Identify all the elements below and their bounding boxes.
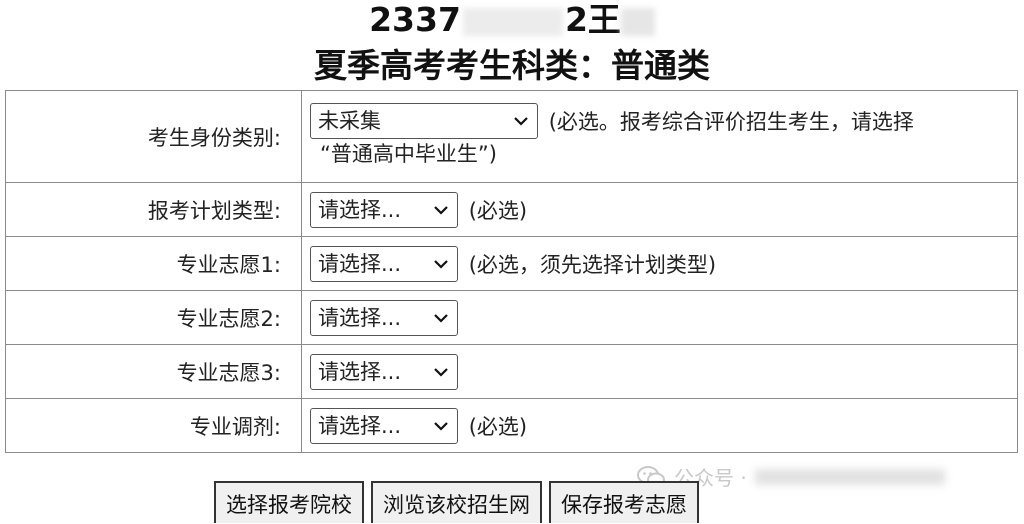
student-id-title: 2337 2王 xyxy=(0,0,1024,40)
major-2-label: 专业志愿2: xyxy=(5,290,302,345)
adjustment-select-value: 请选择... xyxy=(318,413,402,438)
application-page: 2337 2王 夏季高考考生科类：普通类 考生身份类别: 未采集 (必选。报考综合… xyxy=(0,0,1024,524)
form-row-major-1: 专业志愿1: 请选择... (必选，须先选择计划类型) xyxy=(5,236,1018,291)
plan-type-select[interactable]: 请选择... xyxy=(310,191,458,228)
identity-note-continued: “普通高中毕业生”) xyxy=(320,141,497,166)
identity-select[interactable]: 未采集 xyxy=(310,102,538,139)
major-1-label: 专业志愿1: xyxy=(5,236,302,291)
choose-school-button[interactable]: 选择报考院校 xyxy=(214,481,364,523)
chevron-down-icon xyxy=(433,193,449,227)
adjustment-field-cell: 请选择... (必选) xyxy=(301,398,1018,453)
major-3-select[interactable]: 请选择... xyxy=(310,353,458,390)
major-2-select-value: 请选择... xyxy=(318,305,402,330)
adjustment-note: (必选) xyxy=(468,414,528,439)
form-row-adjustment: 专业调剂: 请选择... (必选) xyxy=(5,398,1018,453)
chevron-down-icon xyxy=(433,355,449,389)
major-2-select[interactable]: 请选择... xyxy=(310,299,458,336)
redacted-name-blur xyxy=(620,7,655,36)
identity-note: (必选。报考综合评价招生考生，请选择 xyxy=(548,109,914,134)
chevron-down-icon xyxy=(513,104,529,138)
identity-label: 考生身份类别: xyxy=(5,90,302,183)
major-1-select[interactable]: 请选择... xyxy=(310,245,458,282)
student-name: 王 xyxy=(587,0,621,39)
major-1-field-cell: 请选择... (必选，须先选择计划类型) xyxy=(301,236,1018,291)
watermark-account-blur xyxy=(754,468,945,485)
plan-type-label: 报考计划类型: xyxy=(5,182,302,237)
plan-type-field-cell: 请选择... (必选) xyxy=(301,182,1018,237)
major-1-note: (必选，须先选择计划类型) xyxy=(468,252,717,277)
student-id-prefix: 2337 xyxy=(369,0,461,39)
chevron-down-icon xyxy=(433,247,449,281)
browse-school-site-button[interactable]: 浏览该校招生网 xyxy=(371,481,542,523)
save-choice-button[interactable]: 保存报考志愿 xyxy=(549,481,699,523)
major-3-field-cell: 请选择... xyxy=(301,344,1018,399)
form-row-plan-type: 报考计划类型: 请选择... (必选) xyxy=(5,182,1018,237)
plan-type-note: (必选) xyxy=(468,198,528,223)
form-row-identity: 考生身份类别: 未采集 (必选。报考综合评价招生考生，请选择 “普通高中毕业生”… xyxy=(5,90,1018,183)
adjustment-select[interactable]: 请选择... xyxy=(310,407,458,444)
form-row-major-2: 专业志愿2: 请选择... xyxy=(5,290,1018,345)
student-id-suffix: 2 xyxy=(564,0,588,39)
chevron-down-icon xyxy=(433,301,449,335)
major-3-select-value: 请选择... xyxy=(318,359,402,384)
plan-type-select-value: 请选择... xyxy=(318,197,402,222)
adjustment-label: 专业调剂: xyxy=(5,398,302,453)
major-2-field-cell: 请选择... xyxy=(301,290,1018,345)
application-form-table: 考生身份类别: 未采集 (必选。报考综合评价招生考生，请选择 “普通高中毕业生”… xyxy=(5,90,1018,453)
major-3-label: 专业志愿3: xyxy=(5,344,302,399)
action-buttons: 选择报考院校 浏览该校招生网 保存报考志愿 xyxy=(214,481,699,523)
major-1-select-value: 请选择... xyxy=(318,251,402,276)
identity-select-value: 未采集 xyxy=(318,108,381,133)
chevron-down-icon xyxy=(433,409,449,443)
redacted-id-blur xyxy=(462,7,563,36)
page-subtitle: 夏季高考考生科类：普通类 xyxy=(314,46,710,85)
form-row-major-3: 专业志愿3: 请选择... xyxy=(5,344,1018,399)
identity-field-cell: 未采集 (必选。报考综合评价招生考生，请选择 “普通高中毕业生”) xyxy=(301,90,1018,183)
